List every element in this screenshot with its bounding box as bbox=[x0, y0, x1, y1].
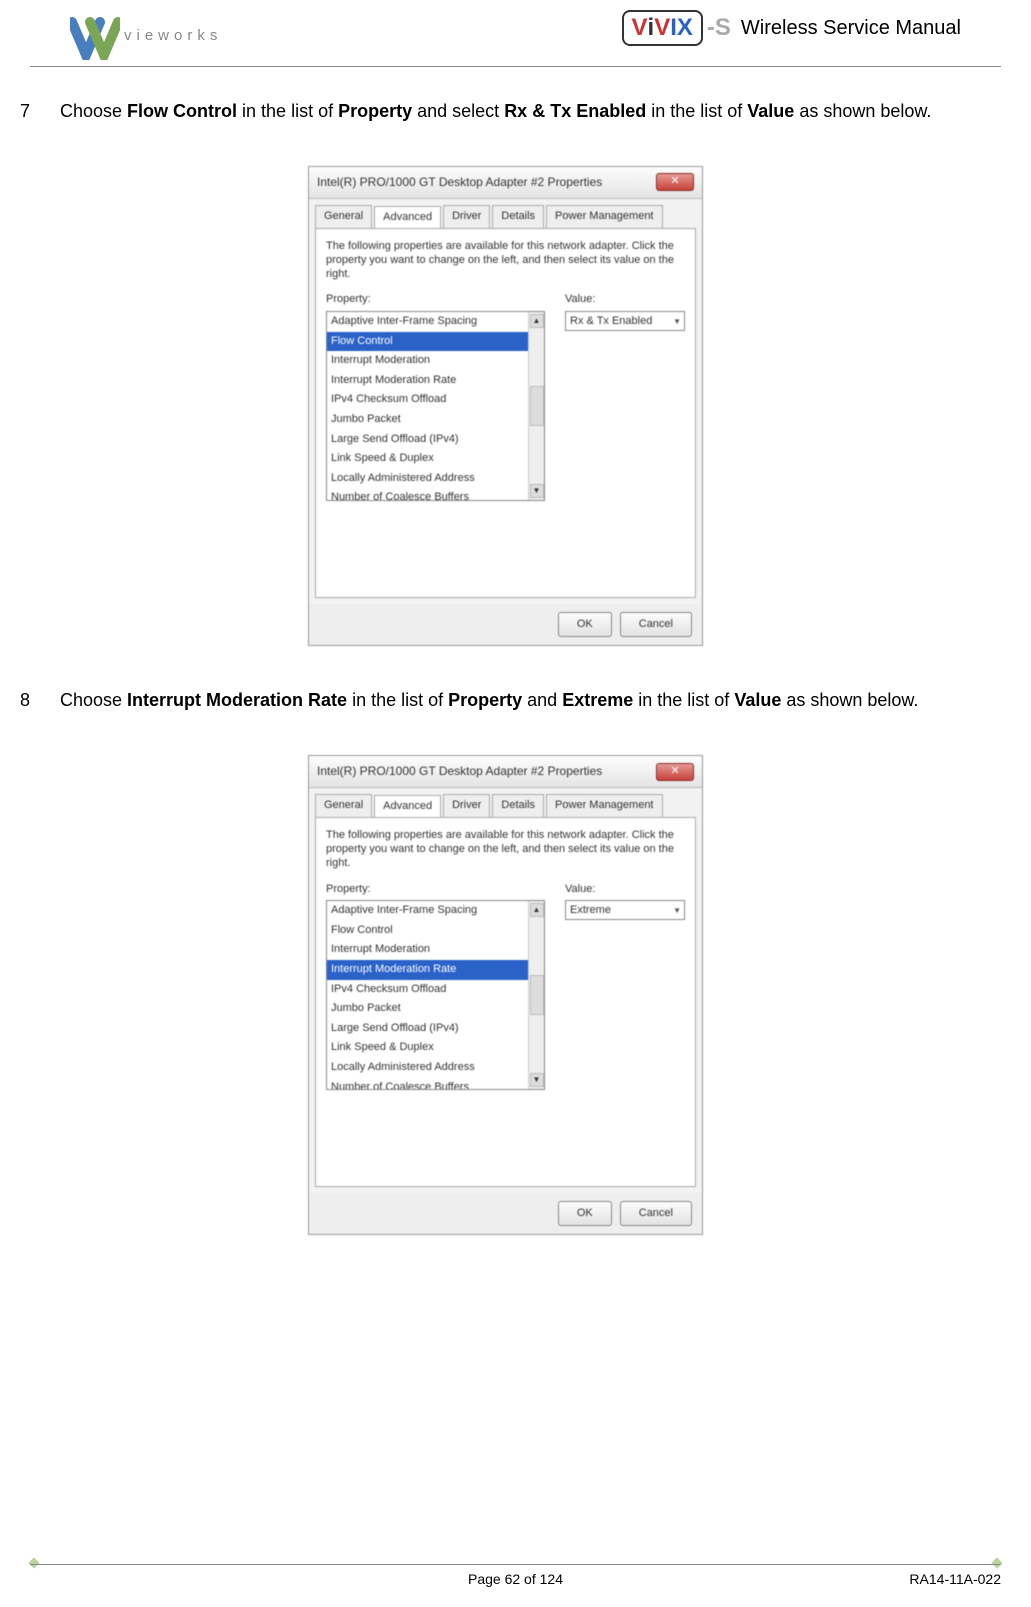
scrollbar[interactable]: ▲ ▼ bbox=[528, 312, 544, 500]
tabs: General Advanced Driver Details Power Ma… bbox=[309, 199, 702, 228]
dialog-footer: OK Cancel bbox=[309, 604, 702, 646]
property-item[interactable]: Jumbo Packet bbox=[327, 410, 528, 430]
dialog-title: Intel(R) PRO/1000 GT Desktop Adapter #2 … bbox=[317, 173, 602, 192]
page-content: 7 Choose Flow Control in the list of Pro… bbox=[0, 67, 1031, 1235]
property-item[interactable]: Locally Administered Address bbox=[327, 1058, 528, 1078]
vivix-logo-text: IX bbox=[670, 14, 693, 42]
property-item[interactable]: Interrupt Moderation Rate bbox=[327, 371, 528, 391]
tab-driver[interactable]: Driver bbox=[443, 205, 490, 228]
property-item[interactable]: Link Speed & Duplex bbox=[327, 449, 528, 469]
header-right: ViVIX -S Wireless Service Manual bbox=[622, 10, 961, 46]
tab-body: The following properties are available f… bbox=[315, 817, 696, 1187]
property-items: Adaptive Inter-Frame SpacingFlow Control… bbox=[327, 901, 528, 1089]
scroll-down-icon[interactable]: ▼ bbox=[530, 1073, 544, 1087]
scroll-down-icon[interactable]: ▼ bbox=[530, 484, 544, 498]
property-list[interactable]: Adaptive Inter-Frame SpacingFlow Control… bbox=[326, 311, 545, 501]
page-header: vieworks ViVIX -S Wireless Service Manua… bbox=[30, 0, 1001, 67]
scroll-thumb[interactable] bbox=[530, 386, 544, 426]
tab-power-management[interactable]: Power Management bbox=[546, 794, 662, 817]
tab-advanced[interactable]: Advanced bbox=[374, 795, 441, 818]
vivix-suffix: -S bbox=[707, 14, 731, 42]
value-select[interactable]: Extreme bbox=[565, 900, 685, 920]
property-item[interactable]: Interrupt Moderation Rate bbox=[327, 960, 528, 980]
step-text: Choose Interrupt Moderation Rate in the … bbox=[60, 686, 918, 715]
manual-title: Wireless Service Manual bbox=[741, 17, 961, 40]
scrollbar[interactable]: ▲ ▼ bbox=[528, 901, 544, 1089]
scroll-up-icon[interactable]: ▲ bbox=[530, 314, 544, 328]
tab-driver[interactable]: Driver bbox=[443, 794, 490, 817]
doc-code: RA14-11A-022 bbox=[909, 1571, 1001, 1587]
dialog-description: The following properties are available f… bbox=[326, 239, 685, 282]
cancel-button[interactable]: Cancel bbox=[620, 1201, 692, 1227]
value-label: Value: bbox=[565, 291, 685, 309]
close-button[interactable]: ✕ bbox=[656, 763, 694, 781]
property-item[interactable]: Interrupt Moderation bbox=[327, 940, 528, 960]
scroll-thumb[interactable] bbox=[530, 975, 544, 1015]
step-8: 8 Choose Interrupt Moderation Rate in th… bbox=[20, 686, 991, 715]
value-label: Value: bbox=[565, 881, 685, 899]
property-item[interactable]: IPv4 Checksum Offload bbox=[327, 390, 528, 410]
ok-button[interactable]: OK bbox=[558, 1201, 612, 1227]
dialog-footer: OK Cancel bbox=[309, 1193, 702, 1235]
tab-details[interactable]: Details bbox=[492, 794, 544, 817]
property-item[interactable]: IPv4 Checksum Offload bbox=[327, 980, 528, 1000]
adapter-properties-dialog-1: Intel(R) PRO/1000 GT Desktop Adapter #2 … bbox=[308, 166, 703, 646]
close-button[interactable]: ✕ bbox=[656, 173, 694, 191]
vivix-logo-box: ViVIX bbox=[622, 10, 703, 46]
dialog-description: The following properties are available f… bbox=[326, 828, 685, 871]
property-item[interactable]: Adaptive Inter-Frame Spacing bbox=[327, 312, 528, 332]
property-item[interactable]: Number of Coalesce Buffers bbox=[327, 1078, 528, 1090]
property-item[interactable]: Number of Coalesce Buffers bbox=[327, 488, 528, 500]
scroll-up-icon[interactable]: ▲ bbox=[530, 903, 544, 917]
tab-details[interactable]: Details bbox=[492, 205, 544, 228]
vivix-logo: ViVIX -S bbox=[622, 10, 731, 46]
property-label: Property: bbox=[326, 291, 545, 309]
page-footer: Page 62 of 124 RA14-11A-022 bbox=[30, 1564, 1001, 1587]
property-item[interactable]: Link Speed & Duplex bbox=[327, 1038, 528, 1058]
vieworks-logo-text: vieworks bbox=[124, 27, 222, 44]
adapter-properties-dialog-2: Intel(R) PRO/1000 GT Desktop Adapter #2 … bbox=[308, 755, 703, 1235]
cancel-button[interactable]: Cancel bbox=[620, 612, 692, 638]
step-number: 8 bbox=[20, 686, 40, 715]
value-select[interactable]: Rx & Tx Enabled bbox=[565, 311, 685, 331]
vieworks-logo-icon bbox=[70, 10, 120, 60]
dialog-title: Intel(R) PRO/1000 GT Desktop Adapter #2 … bbox=[317, 762, 602, 781]
dialog-titlebar: Intel(R) PRO/1000 GT Desktop Adapter #2 … bbox=[309, 167, 702, 199]
tab-general[interactable]: General bbox=[315, 794, 372, 817]
tab-advanced[interactable]: Advanced bbox=[374, 206, 441, 229]
property-item[interactable]: Large Send Offload (IPv4) bbox=[327, 430, 528, 450]
step-number: 7 bbox=[20, 97, 40, 126]
tab-body: The following properties are available f… bbox=[315, 228, 696, 598]
step-text: Choose Flow Control in the list of Prope… bbox=[60, 97, 931, 126]
property-item[interactable]: Jumbo Packet bbox=[327, 999, 528, 1019]
property-items: Adaptive Inter-Frame SpacingFlow Control… bbox=[327, 312, 528, 500]
tab-power-management[interactable]: Power Management bbox=[546, 205, 662, 228]
property-item[interactable]: Large Send Offload (IPv4) bbox=[327, 1019, 528, 1039]
dialog-1-wrap: Intel(R) PRO/1000 GT Desktop Adapter #2 … bbox=[20, 166, 991, 646]
property-item[interactable]: Adaptive Inter-Frame Spacing bbox=[327, 901, 528, 921]
step-7: 7 Choose Flow Control in the list of Pro… bbox=[20, 97, 991, 126]
ok-button[interactable]: OK bbox=[558, 612, 612, 638]
property-item[interactable]: Flow Control bbox=[327, 332, 528, 352]
page-number: Page 62 of 124 bbox=[468, 1571, 563, 1587]
property-item[interactable]: Interrupt Moderation bbox=[327, 351, 528, 371]
property-list[interactable]: Adaptive Inter-Frame SpacingFlow Control… bbox=[326, 900, 545, 1090]
property-item[interactable]: Locally Administered Address bbox=[327, 469, 528, 489]
property-item[interactable]: Flow Control bbox=[327, 921, 528, 941]
tab-general[interactable]: General bbox=[315, 205, 372, 228]
tabs: General Advanced Driver Details Power Ma… bbox=[309, 788, 702, 817]
vieworks-logo: vieworks bbox=[70, 10, 222, 60]
property-label: Property: bbox=[326, 881, 545, 899]
dialog-2-wrap: Intel(R) PRO/1000 GT Desktop Adapter #2 … bbox=[20, 755, 991, 1235]
dialog-titlebar: Intel(R) PRO/1000 GT Desktop Adapter #2 … bbox=[309, 756, 702, 788]
